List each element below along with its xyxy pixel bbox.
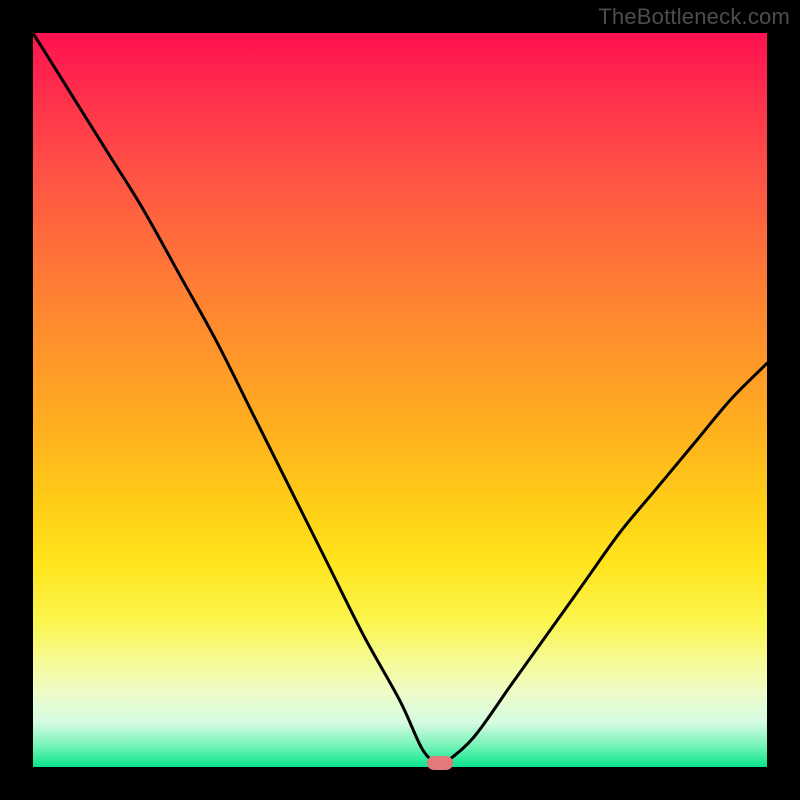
plot-area	[33, 33, 767, 767]
bottleneck-curve-svg	[33, 33, 767, 767]
bottleneck-curve	[33, 33, 767, 766]
minimum-marker	[427, 756, 453, 770]
watermark-text: TheBottleneck.com	[598, 4, 790, 30]
chart-frame: TheBottleneck.com	[0, 0, 800, 800]
